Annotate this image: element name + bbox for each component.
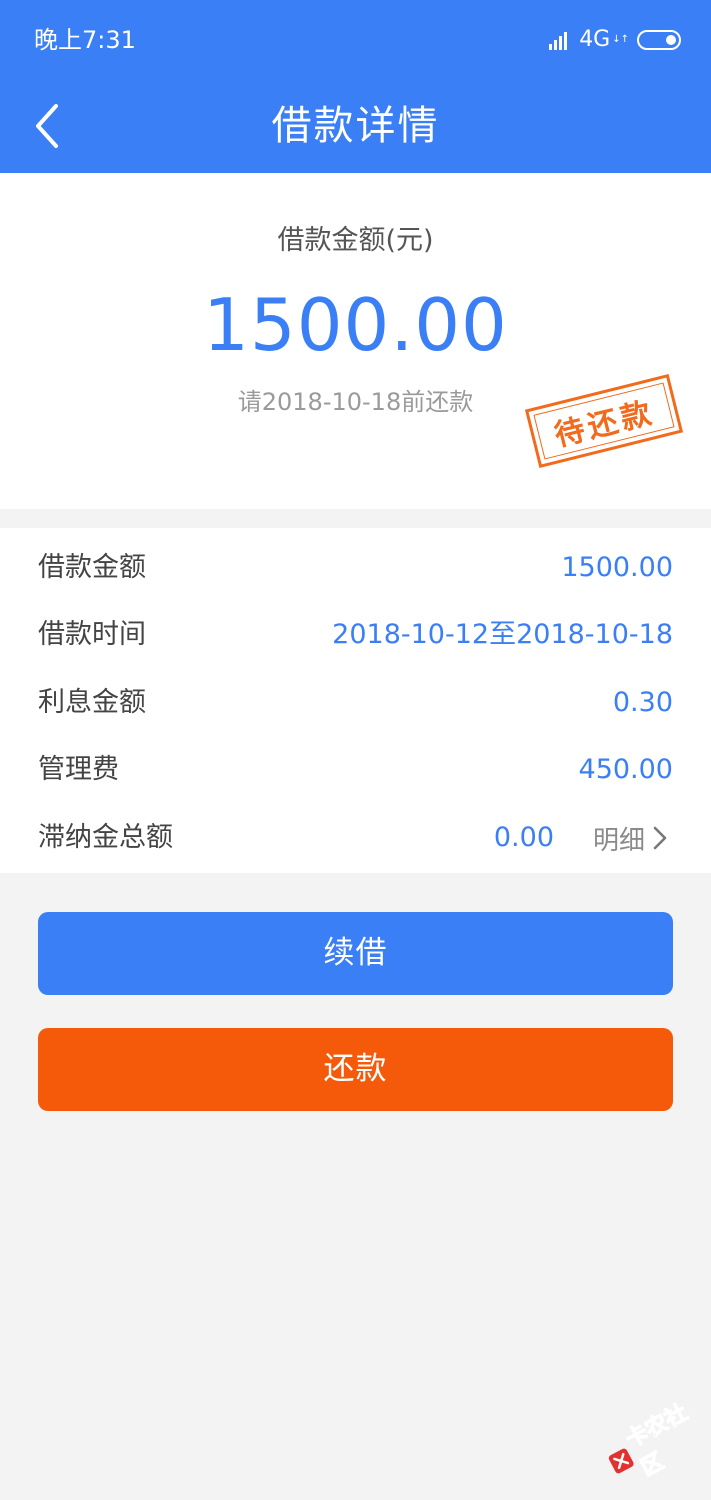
- detail-link-label: 明细: [592, 825, 645, 856]
- detail-row-loan-amount: 借款金额 1500.00: [0, 534, 711, 602]
- repay-button[interactable]: 还款: [38, 1028, 673, 1111]
- signal-icon: [549, 32, 568, 50]
- late-fee-detail-link[interactable]: 明细: [593, 804, 669, 872]
- detail-row-interest: 利息金额 0.30: [0, 669, 711, 737]
- loan-details-list: 借款金额 1500.00 借款时间 2018-10-12至2018-10-18 …: [0, 528, 711, 873]
- detail-label: 借款时间: [38, 619, 146, 650]
- nav-bar: 借款详情: [0, 80, 711, 173]
- detail-row-late-fee[interactable]: 滞纳金总额 0.00 明细: [0, 804, 711, 872]
- status-time: 晚上7:31: [34, 26, 136, 54]
- page-title: 借款详情: [271, 103, 440, 149]
- detail-label: 管理费: [38, 754, 119, 785]
- renew-button[interactable]: 续借: [38, 912, 673, 995]
- chevron-right-icon: [653, 826, 667, 850]
- detail-value: 2018-10-12至2018-10-18: [332, 619, 673, 650]
- detail-label: 借款金额: [38, 552, 146, 583]
- battery-icon: [637, 30, 681, 50]
- network-type: 4G ↓↑: [579, 27, 629, 52]
- loan-summary-card: 借款金额(元) 1500.00 请2018-10-18前还款 待还款: [0, 173, 711, 509]
- status-bar: 晚上7:31 4G ↓↑: [0, 0, 711, 80]
- detail-value: 1500.00: [561, 552, 673, 583]
- amount-label: 借款金额(元): [277, 225, 434, 256]
- app-root: 晚上7:31 4G ↓↑ 借款详情 借款金额(元) 1500.00 请2018-1…: [0, 0, 711, 1500]
- detail-label: 利息金额: [38, 687, 146, 718]
- detail-value: 0.00: [493, 822, 554, 853]
- detail-value: 0.30: [612, 687, 673, 718]
- watermark: 卡农社区: [594, 1389, 711, 1498]
- network-activity: ↓↑: [612, 34, 629, 45]
- detail-value: 450.00: [578, 754, 673, 785]
- amount-value: 1500.00: [203, 283, 508, 367]
- top-bar: 晚上7:31 4G ↓↑ 借款详情: [0, 0, 711, 173]
- status-right: 4G ↓↑: [549, 24, 681, 56]
- detail-row-loan-period: 借款时间 2018-10-12至2018-10-18: [0, 601, 711, 669]
- detail-row-management-fee: 管理费 450.00: [0, 736, 711, 804]
- detail-label: 滞纳金总额: [38, 822, 173, 853]
